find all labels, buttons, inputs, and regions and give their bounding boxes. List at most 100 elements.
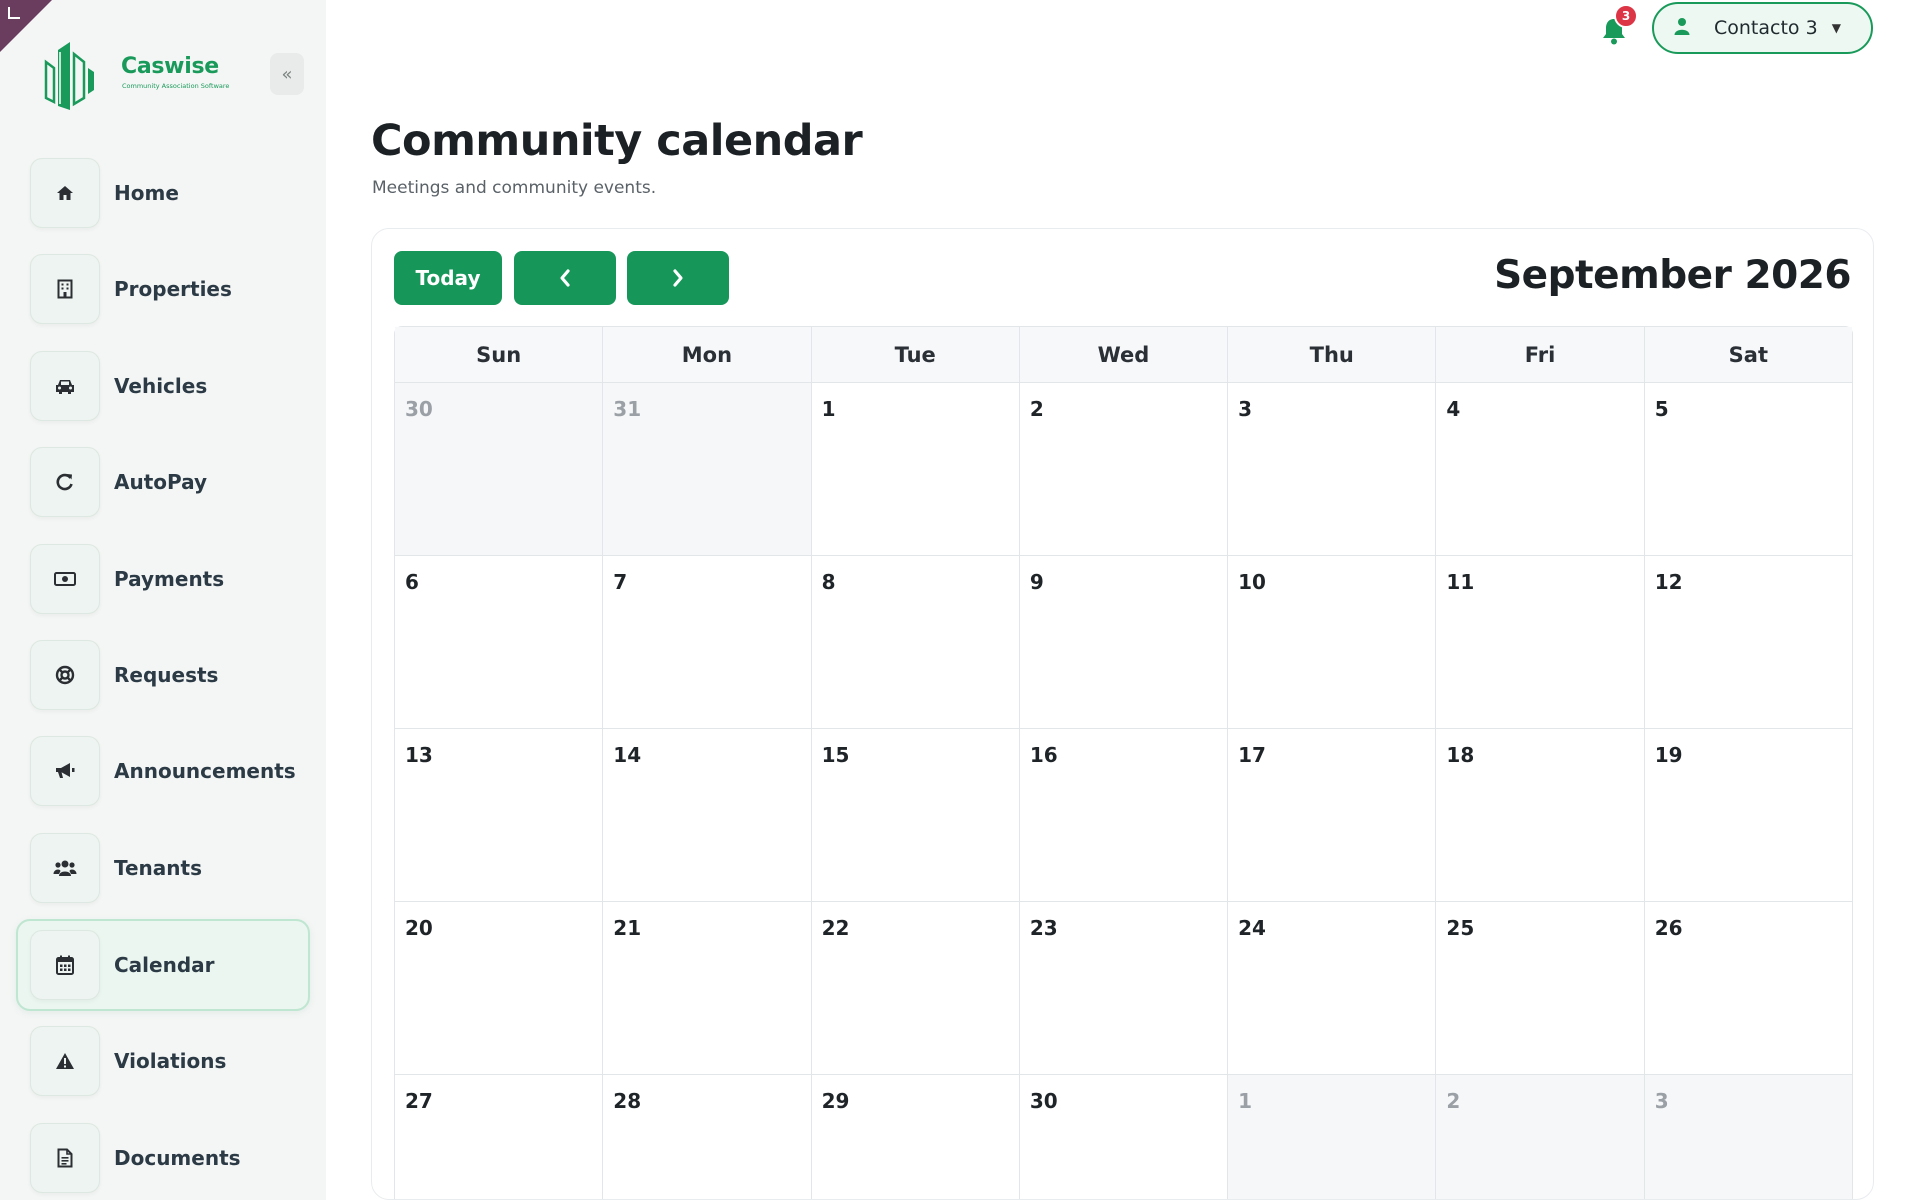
day-number: 20 [405,916,433,940]
calendar-day-cell[interactable]: 1 [812,383,1020,555]
calendar-day-cell[interactable]: 29 [812,1075,1020,1199]
calendar-day-cell[interactable]: 9 [1020,556,1229,728]
sidebar-item-label: Home [114,181,179,205]
calendar-week-row: 27 28 29 30 1 2 3 [395,1075,1852,1199]
calendar-day-cell[interactable]: 2 [1020,383,1229,555]
calendar-day-cell[interactable]: 5 [1645,383,1852,555]
calendar-day-cell[interactable]: 27 [395,1075,604,1199]
day-number: 1 [821,397,836,421]
user-menu-button[interactable]: Contacto 3 ▼ [1652,2,1873,54]
building-icon [30,254,100,324]
calendar-day-cell-other-month[interactable]: 3 [1644,1075,1852,1199]
calendar-week-row: 30 31 1 2 3 4 5 [395,383,1852,556]
day-number: 3 [1238,397,1253,421]
sidebar-item-calendar[interactable]: Calendar [16,919,310,1011]
car-icon [30,351,100,421]
month-title: September 2026 [1494,253,1851,298]
sidebar: Caswise Community Association Software «… [0,0,326,1200]
calendar-day-cell[interactable]: 6 [395,556,604,728]
day-number: 28 [613,1089,642,1113]
sidebar-item-label: Payments [114,567,225,591]
calendar-day-cell[interactable]: 15 [812,729,1020,901]
weekday-header: Sun [395,327,604,382]
sidebar-item-payments[interactable]: Payments [30,544,310,614]
lifebuoy-icon [30,640,100,710]
calendar-day-cell[interactable]: 22 [812,902,1020,1074]
calendar-day-cell[interactable]: 16 [1020,729,1229,901]
sidebar-item-requests[interactable]: Requests [30,640,310,710]
sidebar-item-label: Documents [114,1146,241,1170]
day-number: 14 [613,743,642,767]
day-number: 22 [821,916,850,940]
day-number: 10 [1238,570,1266,594]
calendar-day-cell[interactable]: 23 [1020,902,1229,1074]
calendar-day-cell[interactable]: 24 [1228,902,1437,1074]
day-number: 16 [1029,743,1058,767]
today-button[interactable]: Today [394,251,502,305]
calendar-day-cell[interactable]: 11 [1436,556,1645,728]
user-name: Contacto 3 [1714,17,1818,39]
day-number: 2 [1446,1089,1461,1113]
sidebar-item-label: Properties [114,277,232,301]
calendar-day-cell[interactable]: 8 [812,556,1020,728]
weekday-header: Wed [1020,327,1229,382]
calendar-day-cell[interactable]: 13 [395,729,604,901]
calendar-day-cell[interactable]: 14 [603,729,812,901]
calendar-day-cell[interactable]: 26 [1645,902,1852,1074]
calendar-day-cell[interactable]: 19 [1645,729,1852,901]
day-number: 31 [613,397,642,421]
calendar-day-cell[interactable]: 25 [1436,902,1645,1074]
sidebar-item-label: Announcements [114,759,296,783]
sidebar-item-vehicles[interactable]: Vehicles [30,351,310,421]
month-grid: Sun Mon Tue Wed Thu Fri Sat 30 31 1 2 3 4 5 6 7 8… [394,326,1853,1199]
calendar-day-cell[interactable]: 18 [1436,729,1645,901]
sidebar-item-label: Vehicles [114,374,208,398]
calendar-day-cell[interactable]: 20 [395,902,604,1074]
sidebar-item-properties[interactable]: Properties [30,254,310,324]
calendar-day-cell[interactable]: 21 [603,902,812,1074]
sidebar-item-documents[interactable]: Documents [30,1123,310,1193]
day-number: 11 [1446,570,1475,594]
sidebar-item-tenants[interactable]: Tenants [30,833,310,903]
calendar-day-cell[interactable]: 12 [1645,556,1852,728]
user-icon [1674,17,1696,40]
corner-mark-icon [8,7,20,19]
previous-month-button[interactable] [514,251,616,305]
sidebar-item-label: Tenants [114,856,202,880]
calendar-day-cell[interactable]: 4 [1436,383,1645,555]
weekday-header: Fri [1436,327,1645,382]
calendar-day-cell[interactable]: 30 [1020,1075,1229,1199]
next-month-button[interactable] [627,251,729,305]
logo[interactable]: Caswise Community Association Software [40,34,250,110]
weeks-container: 30 31 1 2 3 4 5 6 7 8 9 10 11 12 13 14 15 16 17 18 19 20 21 22 2… [395,383,1852,1199]
sidebar-item-home[interactable]: Home [30,158,310,228]
day-number: 30 [1029,1089,1058,1113]
calendar-day-cell[interactable]: 10 [1228,556,1437,728]
calendar-day-cell[interactable]: 28 [603,1075,812,1199]
day-number: 29 [821,1089,850,1113]
calendar-day-cell-other-month[interactable]: 2 [1436,1075,1645,1199]
chevron-left-icon [560,269,570,287]
calendar-day-cell[interactable]: 3 [1228,383,1437,555]
calendar-week-row: 20 21 22 23 24 25 26 [395,902,1852,1075]
day-number: 12 [1654,570,1683,594]
sidebar-item-autopay[interactable]: AutoPay [30,447,310,517]
collapse-sidebar-button[interactable]: « [270,53,304,95]
day-number: 5 [1654,397,1669,421]
calendar-icon [30,930,100,1000]
document-icon [30,1123,100,1193]
calendar-day-cell[interactable]: 7 [603,556,812,728]
day-number: 13 [405,743,433,767]
brand-name: Caswise [121,54,219,79]
sidebar-item-announcements[interactable]: Announcements [30,736,310,806]
calendar-week-row: 13 14 15 16 17 18 19 [395,729,1852,902]
calendar-day-cell-other-month[interactable]: 30 [395,383,604,555]
sidebar-item-violations[interactable]: Violations [30,1026,310,1096]
day-number: 18 [1446,743,1475,767]
calendar-day-cell-other-month[interactable]: 31 [603,383,812,555]
calendar-day-cell[interactable]: 17 [1228,729,1437,901]
calendar-day-cell-other-month[interactable]: 1 [1228,1075,1437,1199]
day-number: 8 [821,570,836,594]
day-number: 1 [1238,1089,1253,1113]
warning-icon [30,1026,100,1096]
